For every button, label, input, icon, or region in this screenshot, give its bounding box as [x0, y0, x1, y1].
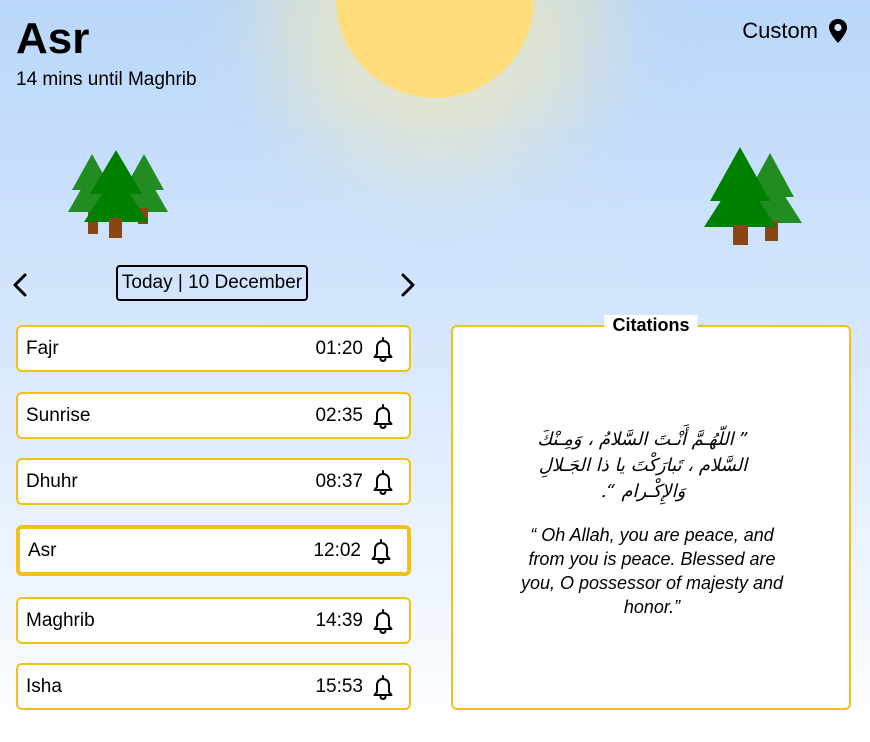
citation-english-text: “ Oh Allah, you are peace, and from you …: [520, 525, 784, 617]
bell-icon[interactable]: [371, 469, 395, 495]
prayer-row-maghrib[interactable]: Maghrib 14:39: [16, 597, 411, 644]
trees-left-decoration: [68, 150, 168, 238]
prayer-time: 02:35: [315, 404, 363, 426]
bell-icon[interactable]: [371, 608, 395, 634]
prayer-name: Dhuhr: [26, 470, 78, 492]
prayer-row-fajr[interactable]: Fajr 01:20: [16, 325, 411, 372]
bell-icon[interactable]: [371, 403, 395, 429]
chevron-right-icon[interactable]: [394, 270, 420, 300]
date-selector[interactable]: Today | 10 December: [116, 265, 308, 301]
prayer-time: 15:53: [315, 675, 363, 697]
current-prayer-title: Asr: [16, 14, 90, 63]
sun-decoration: [336, 0, 534, 98]
prayer-name: Asr: [28, 539, 57, 561]
citation-arabic-text: ” اللّهُـمَّ أَنْـتَ السَّلامُ ، وَمِـنْ…: [537, 429, 749, 502]
prayer-row-asr[interactable]: Asr 12:02: [16, 525, 411, 576]
prayer-time: 08:37: [315, 470, 363, 492]
bell-icon[interactable]: [369, 538, 393, 564]
countdown-text: 14 mins until Maghrib: [16, 69, 197, 90]
location-button[interactable]: Custom: [742, 18, 848, 44]
prayer-time: 12:02: [313, 539, 361, 561]
prayer-time: 14:39: [315, 609, 363, 631]
trees-right-decoration: [704, 147, 802, 245]
prayer-time: 01:20: [315, 337, 363, 359]
prayer-row-isha[interactable]: Isha 15:53: [16, 663, 411, 710]
bell-icon[interactable]: [371, 674, 395, 700]
chevron-left-icon[interactable]: [8, 270, 34, 300]
prayer-name: Fajr: [26, 337, 59, 359]
citations-panel: Citations ” اللّهُـمَّ أَنْـتَ السَّلامُ…: [451, 315, 851, 710]
bell-icon[interactable]: [371, 336, 395, 362]
location-label: Custom: [742, 18, 818, 43]
prayer-name: Maghrib: [26, 609, 95, 631]
location-pin-icon: [829, 19, 847, 43]
prayer-row-sunrise[interactable]: Sunrise 02:35: [16, 392, 411, 439]
prayer-name: Sunrise: [26, 404, 91, 426]
prayer-name: Isha: [26, 675, 62, 697]
prayer-row-dhuhr[interactable]: Dhuhr 08:37: [16, 458, 411, 505]
citations-heading: Citations: [604, 315, 698, 336]
